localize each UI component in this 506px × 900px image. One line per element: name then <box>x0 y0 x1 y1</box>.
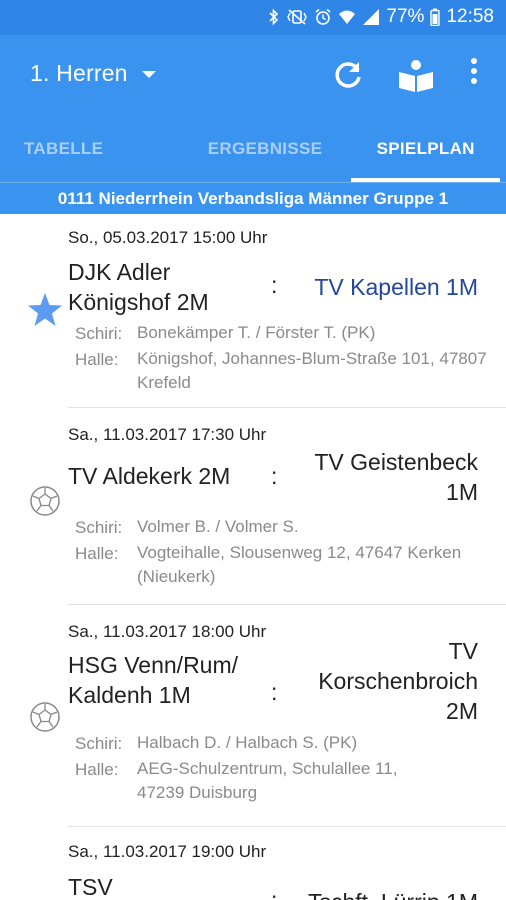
match-list[interactable]: So., 05.03.2017 15:00 Uhr DJK Adler Köni… <box>0 214 506 900</box>
hall-label: Halle: <box>75 760 119 779</box>
ball-icon <box>27 699 63 735</box>
league-header: 0111 Niederrhein Verbandsliga Männer Gru… <box>0 182 506 214</box>
battery-icon <box>430 8 441 26</box>
guest-team: Tschft. Lürrip 1M <box>278 887 478 900</box>
status-bar: 77% 12:58 <box>0 0 506 35</box>
match-item[interactable]: Sa., 11.03.2017 19:00 Uhr TSV : Tschft. … <box>68 827 506 900</box>
team-selector-dropdown[interactable]: 1. Herren <box>30 60 156 87</box>
match-item[interactable]: So., 05.03.2017 15:00 Uhr DJK Adler Köni… <box>28 214 506 408</box>
bluetooth-icon <box>268 8 280 26</box>
home-team: TSV <box>68 874 113 900</box>
hall-label: Halle: <box>75 350 119 369</box>
app-bar: 1. Herren <box>0 35 506 115</box>
score-separator: : <box>271 887 278 900</box>
home-team: DJK Adler Königshof 2M <box>68 259 209 315</box>
cell-signal-icon <box>362 8 380 26</box>
match-item[interactable]: Sa., 11.03.2017 17:30 Uhr TV Aldekerk 2M… <box>30 408 506 605</box>
home-team: HSG Venn/Rum/ Kaldenh 1M <box>68 652 239 708</box>
referee-label: Schiri: <box>75 324 123 343</box>
ball-icon <box>27 483 63 519</box>
guest-team: TV Korschenbroich 2M <box>318 638 478 724</box>
match-date: Sa., 11.03.2017 17:30 Uhr <box>68 425 267 444</box>
referee-value: Bonekämper T. / Förster T. (PK) <box>137 323 376 342</box>
status-time: 12:58 <box>446 6 494 27</box>
guest-team: TV Kapellen 1M <box>314 274 478 300</box>
status-icons: 77% 12:58 <box>268 6 494 28</box>
battery-percentage: 77% <box>386 6 425 27</box>
dropdown-arrow-icon <box>141 71 156 78</box>
vibrate-mute-icon <box>286 8 308 26</box>
tab-spielplan[interactable]: SPIELPLAN <box>345 115 506 182</box>
home-team: TV Aldekerk 2M <box>68 463 231 489</box>
referee-label: Schiri: <box>75 518 123 537</box>
match-date: So., 05.03.2017 15:00 Uhr <box>68 228 268 247</box>
tab-tabelle[interactable]: TABELLE <box>0 115 185 182</box>
match-date: Sa., 11.03.2017 19:00 Uhr <box>68 842 267 861</box>
overflow-menu-icon[interactable] <box>464 56 484 86</box>
star-icon[interactable] <box>27 292 63 328</box>
referee-label: Schiri: <box>75 734 123 753</box>
refresh-icon[interactable] <box>330 56 366 92</box>
hall-value: Vogteihalle, Slousenweg 12, 47647 Kerken… <box>137 543 462 586</box>
alarm-icon <box>314 8 332 26</box>
match-item[interactable]: Sa., 11.03.2017 18:00 Uhr HSG Venn/Rum/ … <box>30 605 506 827</box>
hall-value: AEG-Schulzentrum, Schulallee 11, 47239 D… <box>137 759 398 802</box>
app-title: 1. Herren <box>30 60 128 86</box>
score-separator: : <box>271 679 278 705</box>
referee-value: Volmer B. / Volmer S. <box>137 517 299 536</box>
tab-bar: TABELLE ERGEBNISSE SPIELPLAN <box>0 115 506 182</box>
match-date: Sa., 11.03.2017 18:00 Uhr <box>68 622 267 641</box>
tab-ergebnisse[interactable]: ERGEBNISSE <box>185 115 346 182</box>
hall-value: Königshof, Johannes-Blum-Straße 101, 478… <box>137 349 487 392</box>
guest-team: TV Geistenbeck 1M <box>314 449 478 505</box>
hall-label: Halle: <box>75 544 119 563</box>
score-separator: : <box>271 463 278 489</box>
referee-value: Halbach D. / Halbach S. (PK) <box>137 733 358 752</box>
reader-icon[interactable] <box>397 56 435 94</box>
score-separator: : <box>271 272 278 298</box>
wifi-icon <box>338 8 356 26</box>
